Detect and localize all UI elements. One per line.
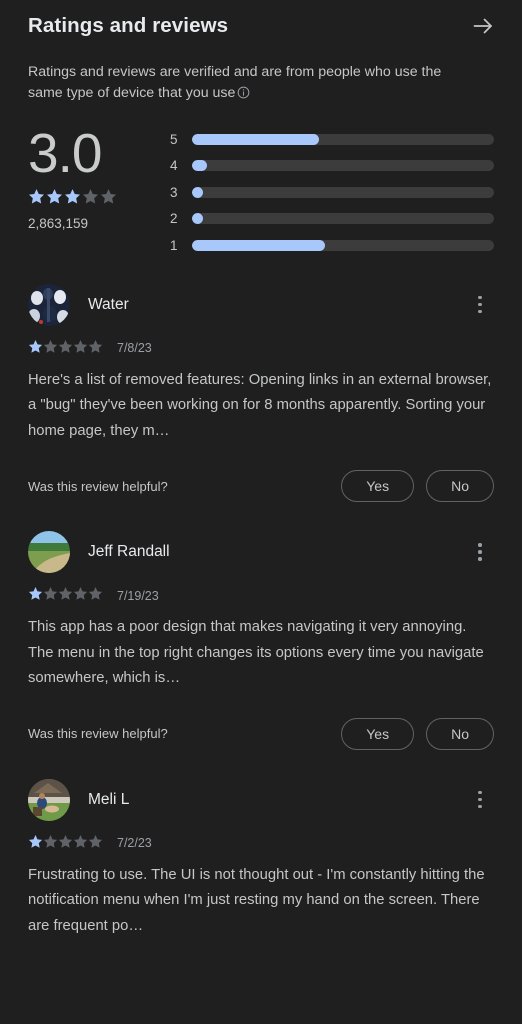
helpful-yes-button[interactable]: Yes — [341, 717, 415, 750]
review-star-empty — [88, 339, 103, 353]
ratings-and-reviews-page: Ratings and reviews Ratings and reviews … — [0, 0, 522, 1024]
histogram-track — [192, 160, 494, 172]
histogram-label: 5 — [170, 131, 178, 147]
review-text: Frustrating to use. The UI is not though… — [28, 866, 485, 934]
reviewer-name: Water — [88, 295, 129, 313]
review-meta: 7/19/23 — [28, 586, 494, 605]
overflow-menu-icon[interactable] — [466, 288, 494, 322]
rating-histogram: 5 4 3 2 1 — [170, 120, 494, 259]
histogram-track — [192, 213, 494, 225]
summary-star-filled — [28, 189, 45, 204]
review-star-empty — [58, 834, 73, 848]
review-item: Water 7/8/23 Here's a list of removed feat… — [28, 281, 494, 529]
helpful-buttons: Yes No — [341, 717, 494, 750]
histogram-row-4: 4 — [170, 153, 494, 180]
review-star-empty — [88, 587, 103, 600]
helpful-yes-button[interactable]: Yes — [341, 470, 415, 502]
histogram-label: 2 — [170, 211, 178, 227]
review-date: 7/2/23 — [117, 836, 152, 850]
helpful-row: Was this review helpful? Yes No — [28, 470, 494, 502]
review-star-rating — [28, 339, 103, 358]
histogram-track — [192, 239, 494, 251]
histogram-fill — [192, 160, 208, 172]
overflow-menu-icon[interactable] — [466, 783, 494, 817]
summary-star-filled — [46, 189, 63, 204]
review-text: This app has a poor design that makes na… — [28, 619, 484, 686]
helpful-row: Was this review helpful? Yes No — [28, 717, 494, 750]
review-star-empty — [73, 339, 88, 353]
review-star-empty — [43, 834, 58, 848]
verified-note-text: Ratings and reviews are verified and are… — [28, 64, 442, 101]
histogram-row-2: 2 — [170, 206, 494, 233]
histogram-label: 1 — [170, 237, 178, 253]
review-star-empty — [43, 587, 58, 600]
reviews-list: Water 7/8/23 Here's a list of removed feat… — [0, 259, 522, 944]
histogram-row-3: 3 — [170, 179, 494, 206]
helpful-question: Was this review helpful? — [28, 726, 168, 741]
review-star-empty — [58, 587, 73, 600]
review-header: Meli L — [28, 776, 494, 824]
review-star-empty — [73, 587, 88, 600]
review-item: Jeff Randall 7/19/23 This app has a poor d… — [28, 528, 494, 776]
review-star-filled — [28, 587, 43, 600]
review-star-filled — [28, 834, 43, 848]
overflow-menu-icon[interactable] — [466, 535, 494, 569]
total-review-count: 2,863,159 — [28, 216, 89, 231]
reviewer-name: Meli L — [88, 790, 130, 808]
helpful-buttons: Yes No — [341, 470, 494, 502]
review-star-filled — [28, 339, 43, 353]
info-icon[interactable] — [237, 85, 250, 106]
page-title: Ratings and reviews — [28, 14, 229, 37]
review-item: Meli L 7/2/23 Frustrating to use. The UI i… — [28, 776, 494, 944]
histogram-fill — [192, 239, 325, 251]
arrow-right-icon[interactable] — [468, 11, 498, 41]
review-star-empty — [88, 834, 103, 848]
review-star-empty — [58, 339, 73, 353]
verified-note: Ratings and reviews are verified and are… — [0, 44, 494, 106]
summary-star-filled — [64, 189, 81, 204]
histogram-label: 4 — [170, 158, 178, 174]
histogram-row-5: 5 — [170, 126, 494, 153]
review-star-empty — [73, 834, 88, 848]
review-header: Jeff Randall — [28, 528, 494, 576]
histogram-row-1: 1 — [170, 232, 494, 259]
avatar — [28, 283, 70, 326]
review-star-empty — [43, 339, 58, 353]
histogram-label: 3 — [170, 184, 178, 200]
review-star-rating — [28, 586, 103, 605]
helpful-no-button[interactable]: No — [426, 717, 494, 750]
page-header: Ratings and reviews — [0, 0, 522, 44]
summary-star-empty — [100, 189, 117, 204]
histogram-fill — [192, 133, 319, 145]
helpful-question: Was this review helpful? — [28, 478, 168, 494]
helpful-no-button[interactable]: No — [426, 470, 494, 502]
avatar — [28, 778, 70, 821]
summary-star-empty — [82, 189, 99, 204]
avatar — [28, 531, 70, 573]
review-header: Water — [28, 281, 494, 329]
review-meta: 7/8/23 — [28, 339, 494, 358]
average-score: 3.0 — [28, 122, 102, 184]
review-meta: 7/2/23 — [28, 834, 494, 853]
histogram-fill — [192, 213, 203, 225]
histogram-fill — [192, 186, 203, 198]
review-text: Here's a list of removed features: Openi… — [28, 371, 492, 439]
review-date: 7/8/23 — [117, 341, 152, 355]
histogram-track — [192, 186, 494, 198]
rating-summary: 3.0 2,863,159 5 4 3 2 1 — [0, 106, 522, 259]
reviewer-name: Jeff Randall — [88, 543, 170, 560]
rating-summary-left: 3.0 2,863,159 — [28, 120, 170, 259]
review-star-rating — [28, 834, 103, 853]
review-date: 7/19/23 — [117, 588, 159, 603]
histogram-track — [192, 133, 494, 145]
average-star-rating — [28, 188, 170, 209]
